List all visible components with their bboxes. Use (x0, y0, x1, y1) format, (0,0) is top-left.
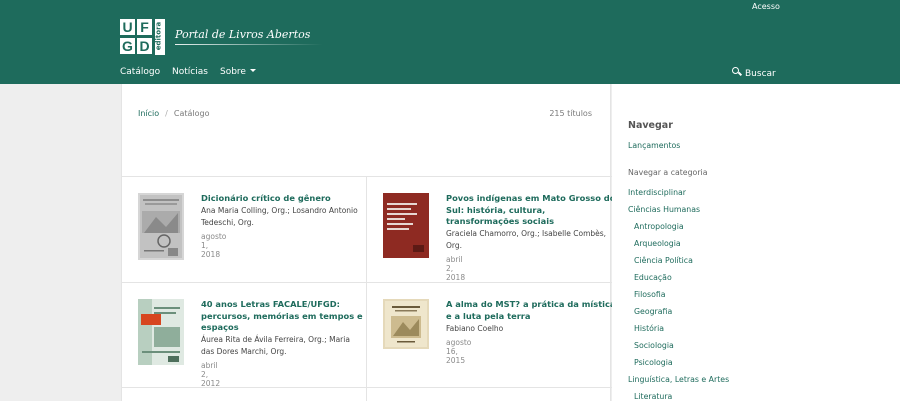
category-link[interactable]: Interdisciplinar (628, 188, 686, 197)
category-link[interactable]: Linguística, Letras e Artes (628, 375, 729, 384)
book-title-line: Dicionário crítico de gênero (201, 193, 331, 203)
book-date: abril 2, 2012 (201, 361, 221, 388)
logo-letter: G (120, 38, 135, 54)
book-author-line: Tedeschi, Org. (201, 217, 254, 227)
book-title-line: e a luta pela terra (446, 310, 531, 321)
book-cover-alma-do-mst[interactable] (383, 299, 429, 349)
breadcrumb-current: Catálogo (173, 109, 210, 118)
subcategory-link[interactable]: Ciência Política (634, 256, 693, 265)
nav-noticias[interactable]: Notícias (172, 67, 208, 77)
book-authors: Fabiano Coelho (446, 323, 616, 335)
book-author-line: Org. (446, 240, 462, 250)
site-header: Acesso U F G D editora Portal de Livros … (0, 0, 900, 84)
book-authors: Graciela Chamorro, Org.; Isabelle Combès… (446, 228, 616, 251)
logo-editora-text: editora (154, 21, 163, 51)
divider (122, 387, 612, 388)
subcategory-link[interactable]: Literatura (634, 392, 672, 401)
book-authors: Áurea Rita de Ávila Ferreira, Org.; Mari… (201, 334, 371, 357)
book-cover-dicionario[interactable] (138, 193, 184, 260)
breadcrumb-separator: / (165, 109, 168, 118)
subcategory-link[interactable]: Geografia (634, 307, 672, 316)
logo-letter: D (137, 38, 152, 54)
nav-sobre[interactable]: Sobre (220, 67, 256, 77)
book-date: agosto 1, 2018 (201, 232, 227, 259)
book-title-line: transformações sociais (446, 216, 555, 226)
book-title[interactable]: Dicionário crítico de gênero (201, 193, 371, 205)
book-title[interactable]: 40 anos Letras FACALE/UFGD: percursos, m… (201, 299, 371, 334)
divider (122, 176, 612, 177)
search-label: Buscar (745, 69, 776, 79)
caret-down-icon (249, 69, 256, 72)
sidebar: Navegar Lançamentos Navegar a categoria … (612, 84, 900, 401)
title-underline (175, 44, 323, 45)
subcategory-link[interactable]: História (634, 324, 664, 333)
search-button[interactable]: Buscar (732, 67, 776, 79)
logo-editora-band: editora (154, 19, 165, 55)
book-date: abril 2, 2018 (446, 255, 466, 282)
subcategory-link[interactable]: Educação (634, 273, 672, 282)
sidebar-link-lancamentos[interactable]: Lançamentos (628, 141, 680, 150)
logo-letter: U (120, 19, 135, 35)
book-author-line: Fabiano Coelho (446, 324, 504, 333)
breadcrumb: Início / Catálogo (138, 109, 210, 118)
book-title-line: espaços (201, 322, 239, 332)
book-title[interactable]: Povos indígenas em Mato Grosso do Sul: h… (446, 193, 616, 228)
book-title-line: A alma do MST? a prática da mística (446, 299, 616, 309)
nav-catalogo[interactable]: Catálogo (120, 67, 160, 77)
nav-sobre-label: Sobre (220, 67, 246, 77)
book-author-line: Graciela Chamorro, Org.; Isabelle Combès… (446, 229, 607, 238)
book-author-line: Áurea Rita de Ávila Ferreira, Org.; Mari… (201, 335, 350, 344)
book-author-line: Ana Maria Colling, Org.; Losandro Antoni… (201, 206, 358, 215)
subcategory-link[interactable]: Psicologia (634, 358, 673, 367)
logo-letter: F (137, 19, 152, 35)
book-date: agosto 16, 2015 (446, 338, 472, 365)
book-author-line: das Dores Marchi, Org. (201, 346, 287, 356)
category-link[interactable]: Ciências Humanas (628, 205, 700, 214)
book-title-line: percursos, memórias em tempos e (201, 310, 363, 321)
subcategory-link[interactable]: Antropologia (634, 222, 684, 231)
title-count: 215 títulos (549, 109, 592, 118)
book-title-line: Povos indígenas em Mato Grosso do (446, 193, 616, 203)
sidebar-subheading: Navegar a categoria (628, 168, 708, 177)
book-cover-povos-indigenas[interactable] (383, 193, 429, 258)
book-cover-40-anos-letras[interactable] (138, 299, 184, 365)
portal-title[interactable]: Portal de Livros Abertos (175, 28, 310, 41)
sidebar-heading: Navegar (628, 120, 673, 131)
subcategory-link[interactable]: Arqueologia (634, 239, 681, 248)
login-link[interactable]: Acesso (752, 2, 780, 11)
book-authors: Ana Maria Colling, Org.; Losandro Antoni… (201, 205, 371, 228)
divider (122, 282, 612, 283)
ufgd-editora-logo[interactable]: U F G D editora (120, 19, 168, 55)
subcategory-link[interactable]: Sociologia (634, 341, 674, 350)
breadcrumb-home[interactable]: Início (138, 109, 159, 118)
subcategory-link[interactable]: Filosofia (634, 290, 666, 299)
book-title-line: 40 anos Letras FACALE/UFGD: (201, 299, 340, 309)
book-title[interactable]: A alma do MST? a prática da mística e a … (446, 299, 616, 322)
catalog-main: Início / Catálogo 215 títulos Dicionário c… (121, 84, 616, 401)
search-icon (732, 67, 742, 77)
book-title-line: Sul: história, cultura, (446, 204, 546, 215)
